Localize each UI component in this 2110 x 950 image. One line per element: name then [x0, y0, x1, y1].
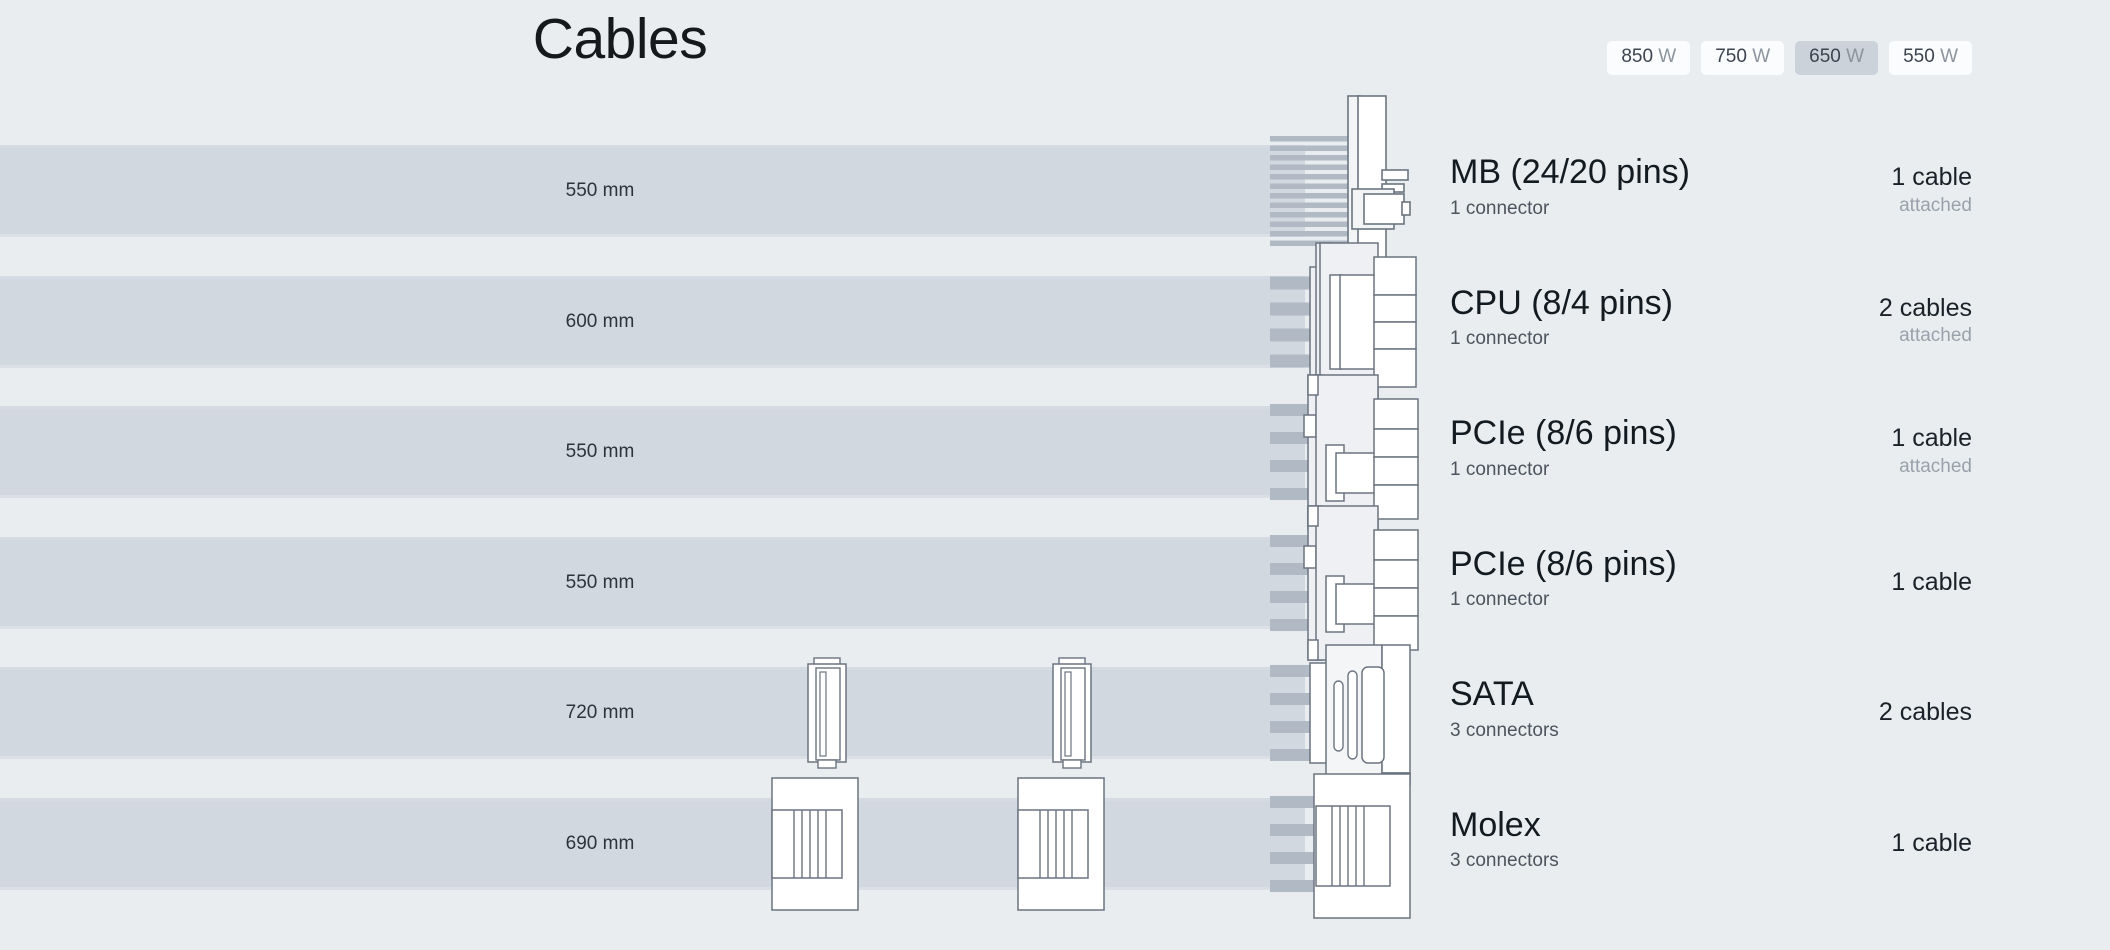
quantity-label: 1 cable	[1891, 163, 1972, 191]
cable-name: PCIe (8/6 pins)	[1450, 414, 1677, 452]
cable-quantity: 2 cables attached	[1878, 293, 1972, 348]
cable-quantity: 1 cable	[1891, 567, 1972, 597]
cable-quantity: 1 cable	[1891, 828, 1972, 858]
inline-connector-icon	[798, 657, 856, 769]
quantity-label: 1 cable	[1891, 424, 1972, 452]
cable-length: 600 mm	[565, 310, 635, 332]
cable-info: PCIe (8/6 pins) 1 connector	[1450, 544, 1677, 612]
inline-connector-icon	[1016, 776, 1106, 912]
cable-info: SATA 3 connectors	[1450, 675, 1559, 742]
cable-name: Molex	[1450, 805, 1541, 844]
attached-label: attached	[1899, 455, 1972, 477]
cable-list: 550 mm MB (24/20 pins) 1 connector 1 cable…	[0, 0, 2110, 950]
cable-info: MB (24/20 pins) 1 connector	[1450, 153, 1690, 220]
cable-length: 550 mm	[565, 180, 635, 201]
cable-info: CPU (8/4 pins) 1 connector	[1450, 283, 1673, 351]
attached-label: attached	[1899, 194, 1972, 216]
connector-count-label: 1 connector	[1450, 589, 1550, 611]
connector-count-label: 3 connectors	[1450, 850, 1559, 872]
molex-connector-icon	[1270, 764, 1420, 924]
connector-count-label: 3 connectors	[1450, 719, 1559, 741]
quantity-label: 2 cables	[1878, 293, 1972, 322]
cable-length: 690 mm	[565, 832, 635, 854]
cable-info: PCIe (8/6 pins) 1 connector	[1450, 414, 1677, 481]
cable-length: 550 mm	[565, 441, 635, 462]
connector-count-label: 1 connector	[1450, 197, 1550, 219]
inline-connector-icon	[1043, 657, 1101, 769]
attached-label: attached	[1899, 325, 1972, 346]
connector-count-label: 1 connector	[1450, 328, 1550, 350]
cable-name: CPU (8/4 pins)	[1450, 283, 1673, 322]
cable-name: SATA	[1450, 675, 1534, 713]
cables-page: Cables 850 W 750 W 650 W 550 W 550 mm MB (2…	[0, 0, 2110, 950]
inline-connector-icon	[770, 776, 860, 912]
cable-quantity: 2 cables	[1878, 698, 1972, 727]
quantity-label: 1 cable	[1891, 567, 1972, 596]
cable-length: 720 mm	[565, 702, 635, 723]
quantity-label: 1 cable	[1891, 828, 1972, 857]
quantity-label: 2 cables	[1878, 698, 1972, 726]
cable-name: MB (24/20 pins)	[1450, 153, 1690, 191]
cable-name: PCIe (8/6 pins)	[1450, 544, 1677, 583]
cable-quantity: 1 cable attached	[1891, 424, 1972, 478]
connector-count-label: 1 connector	[1450, 458, 1550, 480]
cable-info: Molex 3 connectors	[1450, 805, 1559, 873]
cable-quantity: 1 cable attached	[1891, 163, 1972, 217]
cable-length: 550 mm	[565, 571, 635, 593]
